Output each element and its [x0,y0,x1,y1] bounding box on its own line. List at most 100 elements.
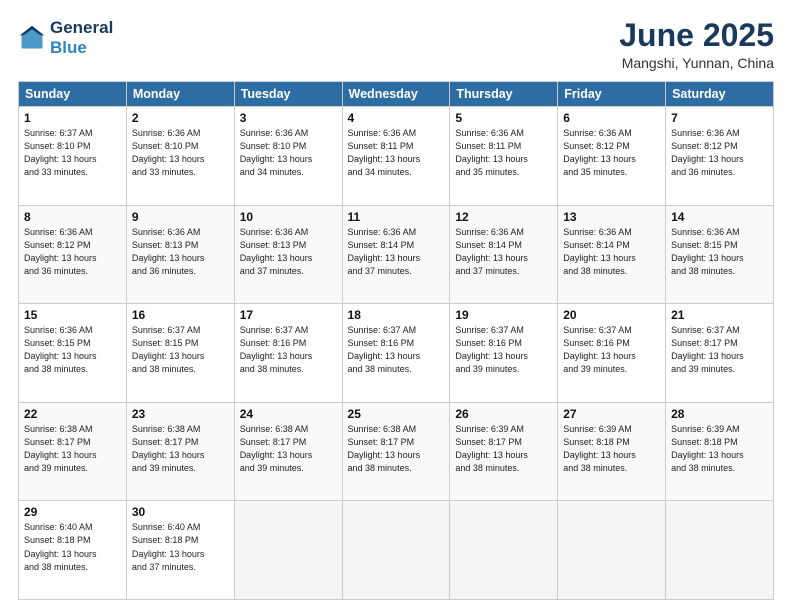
logo-text: General Blue [50,18,113,57]
calendar-day-8: 8 Sunrise: 6:36 AM Sunset: 8:12 PM Daylig… [19,205,127,304]
day-number: 4 [348,111,445,125]
col-header-saturday: Saturday [666,82,774,107]
day-number: 13 [563,210,660,224]
day-info: Sunrise: 6:36 AM Sunset: 8:13 PM Dayligh… [240,226,337,278]
day-info: Sunrise: 6:36 AM Sunset: 8:12 PM Dayligh… [563,127,660,179]
col-header-tuesday: Tuesday [234,82,342,107]
day-info: Sunrise: 6:39 AM Sunset: 8:17 PM Dayligh… [455,423,552,475]
day-info: Sunrise: 6:36 AM Sunset: 8:10 PM Dayligh… [132,127,229,179]
calendar-day-2: 2 Sunrise: 6:36 AM Sunset: 8:10 PM Daylig… [126,107,234,206]
calendar-day-25: 25Sunrise: 6:38 AM Sunset: 8:17 PM Dayli… [342,402,450,501]
day-number: 7 [671,111,768,125]
calendar-day-20: 20Sunrise: 6:37 AM Sunset: 8:16 PM Dayli… [558,304,666,403]
day-number: 11 [348,210,445,224]
calendar-day-11: 11 Sunrise: 6:36 AM Sunset: 8:14 PM Dayli… [342,205,450,304]
day-info: Sunrise: 6:36 AM Sunset: 8:14 PM Dayligh… [563,226,660,278]
day-info: Sunrise: 6:38 AM Sunset: 8:17 PM Dayligh… [132,423,229,475]
header-row: SundayMondayTuesdayWednesdayThursdayFrid… [19,82,774,107]
day-info: Sunrise: 6:39 AM Sunset: 8:18 PM Dayligh… [671,423,768,475]
calendar-day-empty-4-6 [666,501,774,600]
calendar-day-empty-4-2 [234,501,342,600]
col-header-monday: Monday [126,82,234,107]
calendar-day-12: 12 Sunrise: 6:36 AM Sunset: 8:14 PM Dayli… [450,205,558,304]
day-number: 21 [671,308,768,322]
calendar-day-15: 15 Sunrise: 6:36 AM Sunset: 8:15 PM Dayli… [19,304,127,403]
day-info: Sunrise: 6:36 AM Sunset: 8:12 PM Dayligh… [24,226,121,278]
calendar-day-4: 4 Sunrise: 6:36 AM Sunset: 8:11 PM Daylig… [342,107,450,206]
day-number: 15 [24,308,121,322]
calendar-day-18: 18 Sunrise: 6:37 AM Sunset: 8:16 PM Dayli… [342,304,450,403]
day-info: Sunrise: 6:37 AM Sunset: 8:16 PM Dayligh… [240,324,337,376]
day-number: 3 [240,111,337,125]
day-info: Sunrise: 6:36 AM Sunset: 8:11 PM Dayligh… [348,127,445,179]
page: General Blue June 2025 Mangshi, Yunnan, … [0,0,792,612]
day-info: Sunrise: 6:40 AM Sunset: 8:18 PM Dayligh… [132,521,229,573]
day-info: Sunrise: 6:37 AM Sunset: 8:10 PM Dayligh… [24,127,121,179]
day-number: 17 [240,308,337,322]
day-number: 25 [348,407,445,421]
calendar: SundayMondayTuesdayWednesdayThursdayFrid… [18,81,774,600]
calendar-day-30: 30 Sunrise: 6:40 AM Sunset: 8:18 PM Dayli… [126,501,234,600]
calendar-day-27: 27 Sunrise: 6:39 AM Sunset: 8:18 PM Dayli… [558,402,666,501]
day-number: 26 [455,407,552,421]
calendar-day-6: 6Sunrise: 6:36 AM Sunset: 8:12 PM Daylig… [558,107,666,206]
day-info: Sunrise: 6:37 AM Sunset: 8:15 PM Dayligh… [132,324,229,376]
day-number: 9 [132,210,229,224]
calendar-day-16: 16 Sunrise: 6:37 AM Sunset: 8:15 PM Dayli… [126,304,234,403]
day-info: Sunrise: 6:37 AM Sunset: 8:16 PM Dayligh… [348,324,445,376]
day-number: 2 [132,111,229,125]
day-number: 30 [132,505,229,519]
day-number: 22 [24,407,121,421]
day-number: 16 [132,308,229,322]
col-header-wednesday: Wednesday [342,82,450,107]
calendar-day-19: 19Sunrise: 6:37 AM Sunset: 8:16 PM Dayli… [450,304,558,403]
day-number: 24 [240,407,337,421]
day-info: Sunrise: 6:36 AM Sunset: 8:15 PM Dayligh… [24,324,121,376]
day-info: Sunrise: 6:36 AM Sunset: 8:10 PM Dayligh… [240,127,337,179]
col-header-sunday: Sunday [19,82,127,107]
day-number: 23 [132,407,229,421]
calendar-day-5: 5 Sunrise: 6:36 AM Sunset: 8:11 PM Daylig… [450,107,558,206]
calendar-day-1: 1Sunrise: 6:37 AM Sunset: 8:10 PM Daylig… [19,107,127,206]
location: Mangshi, Yunnan, China [619,55,774,71]
col-header-thursday: Thursday [450,82,558,107]
day-info: Sunrise: 6:38 AM Sunset: 8:17 PM Dayligh… [24,423,121,475]
calendar-day-13: 13 Sunrise: 6:36 AM Sunset: 8:14 PM Dayli… [558,205,666,304]
calendar-week-1: 8 Sunrise: 6:36 AM Sunset: 8:12 PM Daylig… [19,205,774,304]
calendar-day-7: 7Sunrise: 6:36 AM Sunset: 8:12 PM Daylig… [666,107,774,206]
day-number: 28 [671,407,768,421]
day-info: Sunrise: 6:39 AM Sunset: 8:18 PM Dayligh… [563,423,660,475]
day-info: Sunrise: 6:40 AM Sunset: 8:18 PM Dayligh… [24,521,121,573]
calendar-day-29: 29 Sunrise: 6:40 AM Sunset: 8:18 PM Dayli… [19,501,127,600]
day-info: Sunrise: 6:36 AM Sunset: 8:13 PM Dayligh… [132,226,229,278]
calendar-week-3: 22 Sunrise: 6:38 AM Sunset: 8:17 PM Dayli… [19,402,774,501]
month-title: June 2025 [619,18,774,53]
calendar-day-14: 14Sunrise: 6:36 AM Sunset: 8:15 PM Dayli… [666,205,774,304]
day-number: 27 [563,407,660,421]
calendar-day-22: 22 Sunrise: 6:38 AM Sunset: 8:17 PM Dayli… [19,402,127,501]
calendar-week-2: 15 Sunrise: 6:36 AM Sunset: 8:15 PM Dayli… [19,304,774,403]
day-info: Sunrise: 6:36 AM Sunset: 8:14 PM Dayligh… [348,226,445,278]
calendar-day-23: 23 Sunrise: 6:38 AM Sunset: 8:17 PM Dayli… [126,402,234,501]
calendar-day-17: 17 Sunrise: 6:37 AM Sunset: 8:16 PM Dayli… [234,304,342,403]
calendar-day-21: 21Sunrise: 6:37 AM Sunset: 8:17 PM Dayli… [666,304,774,403]
calendar-day-24: 24Sunrise: 6:38 AM Sunset: 8:17 PM Dayli… [234,402,342,501]
day-info: Sunrise: 6:36 AM Sunset: 8:11 PM Dayligh… [455,127,552,179]
calendar-day-26: 26 Sunrise: 6:39 AM Sunset: 8:17 PM Dayli… [450,402,558,501]
day-number: 10 [240,210,337,224]
calendar-day-empty-4-5 [558,501,666,600]
calendar-week-4: 29 Sunrise: 6:40 AM Sunset: 8:18 PM Dayli… [19,501,774,600]
day-number: 12 [455,210,552,224]
day-number: 14 [671,210,768,224]
day-number: 18 [348,308,445,322]
day-number: 29 [24,505,121,519]
calendar-day-empty-4-3 [342,501,450,600]
calendar-week-0: 1Sunrise: 6:37 AM Sunset: 8:10 PM Daylig… [19,107,774,206]
calendar-day-3: 3 Sunrise: 6:36 AM Sunset: 8:10 PM Daylig… [234,107,342,206]
logo: General Blue [18,18,113,57]
day-number: 8 [24,210,121,224]
calendar-day-10: 10 Sunrise: 6:36 AM Sunset: 8:13 PM Dayli… [234,205,342,304]
day-info: Sunrise: 6:37 AM Sunset: 8:16 PM Dayligh… [563,324,660,376]
day-info: Sunrise: 6:36 AM Sunset: 8:14 PM Dayligh… [455,226,552,278]
day-number: 5 [455,111,552,125]
